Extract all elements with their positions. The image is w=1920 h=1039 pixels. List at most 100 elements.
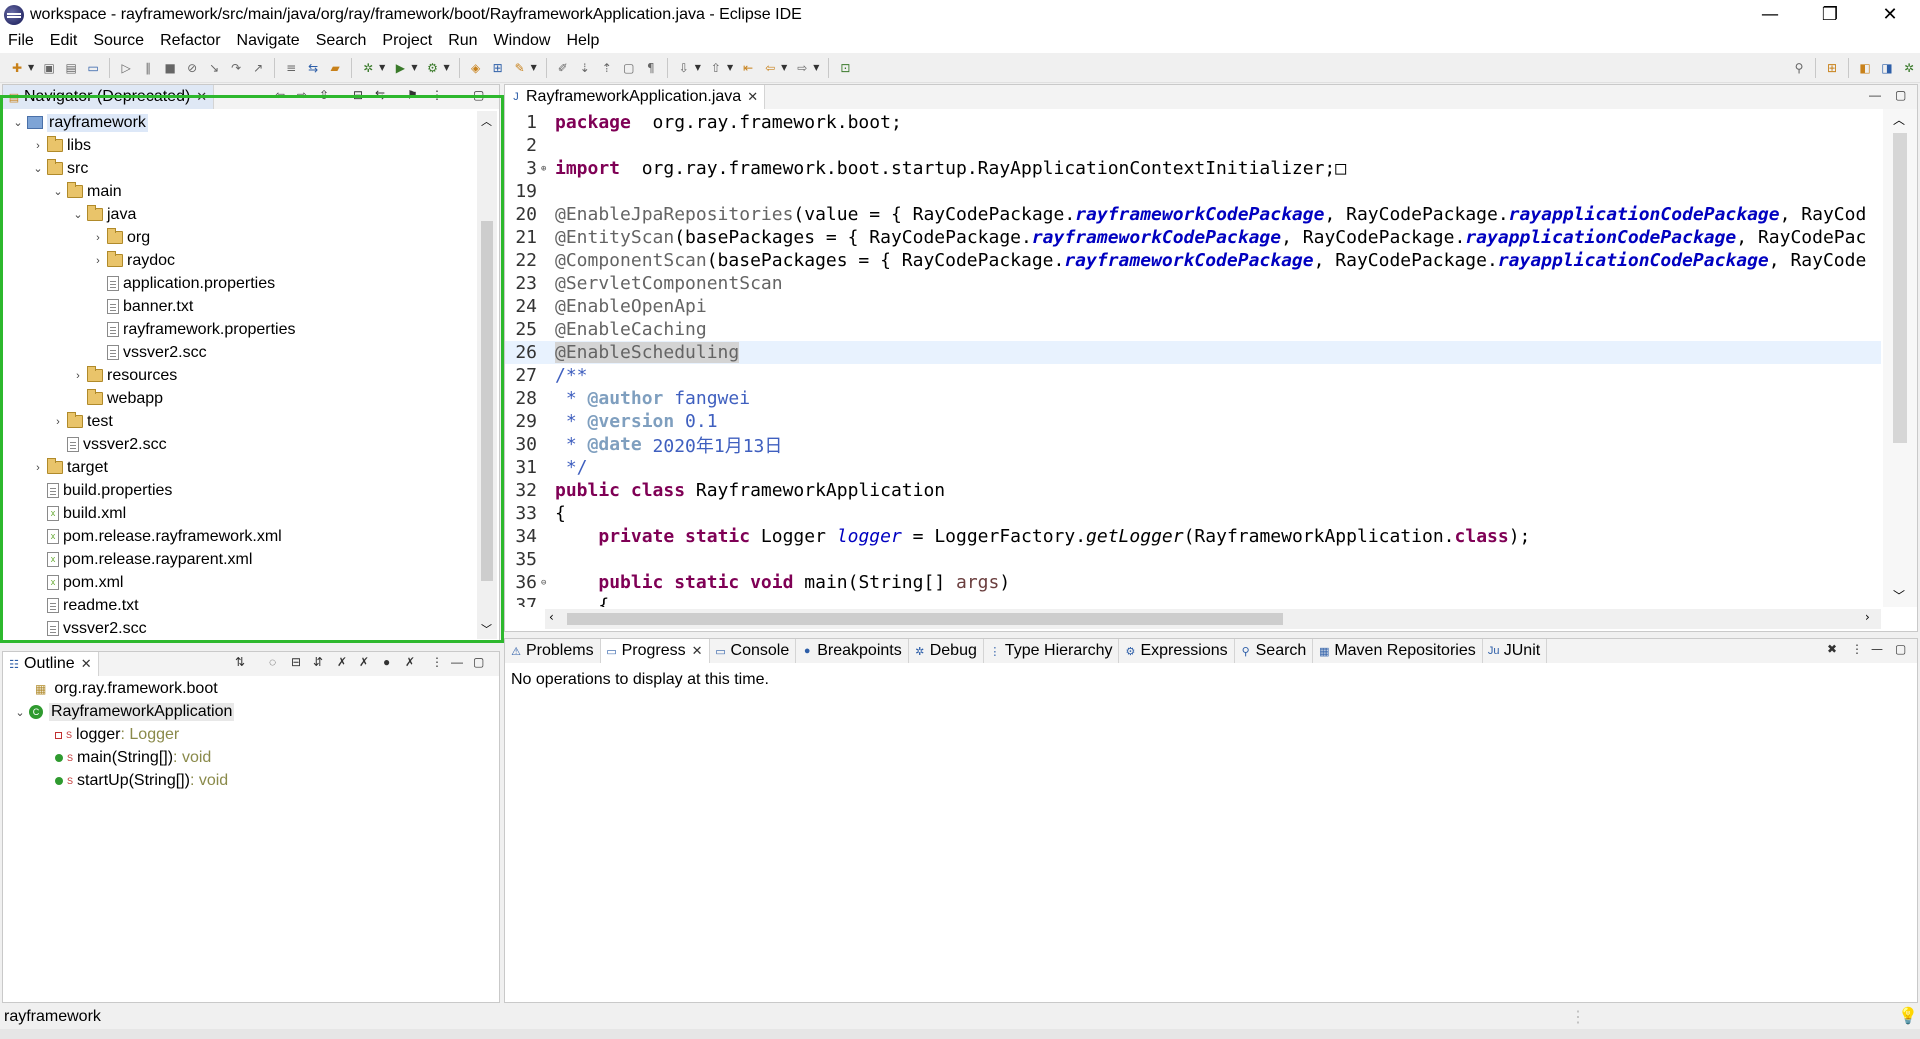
- open-perspective-icon[interactable]: ⊞: [1823, 59, 1841, 77]
- code-line[interactable]: 29 * @version 0.1: [505, 410, 1881, 433]
- tree-item[interactable]: ⌄ src: [31, 157, 88, 180]
- hide-local-types-icon[interactable]: ✗: [405, 655, 415, 669]
- code-line[interactable]: 27 /**: [505, 364, 1881, 387]
- code-line[interactable]: 19: [505, 180, 1881, 203]
- outline-maximize-icon[interactable]: ▢: [473, 655, 484, 669]
- editor-scroll-down-icon[interactable]: ﹀: [1893, 587, 1905, 604]
- code-area[interactable]: 1 package org.ray.framework.boot; 2 3 ⊕ impor…: [505, 109, 1881, 607]
- code-line[interactable]: 20 @EnableJpaRepositories (value = { RayCo…: [505, 203, 1881, 226]
- tab-search[interactable]: ⚲ Search: [1235, 639, 1314, 663]
- tree-item[interactable]: readme.txt: [31, 594, 139, 617]
- editor-hscroll-thumb[interactable]: [567, 613, 1283, 625]
- outline-minimize-icon[interactable]: —: [451, 655, 463, 669]
- tab-progress[interactable]: ▭ Progress ✕: [600, 639, 710, 663]
- java-ee-perspective-icon[interactable]: ◧: [1856, 59, 1874, 77]
- navigator-scrollbar[interactable]: ︿ ﹀: [477, 111, 497, 639]
- next-edit-icon[interactable]: ⇩: [675, 59, 693, 77]
- bottom-view-menu-icon[interactable]: ⋮: [1851, 642, 1863, 656]
- editor-scroll-right-icon[interactable]: ›: [1865, 610, 1870, 624]
- filter-icon[interactable]: ⚑: [407, 88, 418, 102]
- tree-item[interactable]: banner.txt: [91, 295, 193, 318]
- code-line[interactable]: 21 @EntityScan (basePackages = { RayCodePa…: [505, 226, 1881, 249]
- tree-item[interactable]: x pom.release.rayparent.xml: [31, 548, 252, 571]
- public-members-icon[interactable]: ●: [383, 655, 390, 669]
- tab-breakpoints[interactable]: ● Breakpoints: [796, 639, 909, 663]
- scroll-up-icon[interactable]: ︿: [481, 113, 492, 129]
- sort-alpha-icon[interactable]: ⇵: [313, 655, 323, 669]
- disconnect-icon[interactable]: ⊘: [183, 59, 201, 77]
- tree-item[interactable]: webapp: [71, 387, 163, 410]
- tree-item[interactable]: › raydoc: [91, 249, 175, 272]
- outline-view-menu-icon[interactable]: ⋮: [431, 655, 443, 669]
- hide-nonpublic-icon[interactable]: ✗: [359, 655, 369, 669]
- expand-closed-icon[interactable]: ›: [91, 255, 105, 267]
- step-return-icon[interactable]: ↗: [249, 59, 267, 77]
- outline-item[interactable]: Slogger : Logger: [55, 724, 179, 746]
- terminate-icon[interactable]: ■: [161, 59, 179, 77]
- hide-fields-icon[interactable]: ◌: [269, 655, 276, 669]
- java-perspective-icon[interactable]: ◨: [1878, 59, 1896, 77]
- navigator-scroll-thumb[interactable]: [481, 221, 493, 581]
- menu-source[interactable]: Source: [85, 32, 152, 50]
- outline-item[interactable]: ▦ org.ray.framework.boot: [35, 678, 218, 700]
- editor-vscroll-thumb[interactable]: [1893, 133, 1907, 443]
- tree-item[interactable]: build.properties: [31, 479, 172, 502]
- tree-item[interactable]: ⌄ rayframework: [11, 111, 148, 134]
- code-line[interactable]: 23 @ServletComponentScan: [505, 272, 1881, 295]
- editor-horizontal-scrollbar[interactable]: ‹ ›: [545, 609, 1881, 629]
- expand-closed-icon[interactable]: ›: [51, 416, 65, 428]
- code-line[interactable]: 37 {: [505, 594, 1881, 607]
- pin-editor-icon[interactable]: ⊡: [836, 59, 854, 77]
- fold-expand-icon[interactable]: ⊕: [541, 164, 555, 174]
- toggle-mark-icon[interactable]: ≡: [282, 59, 300, 77]
- search-icon[interactable]: ⚲: [1790, 59, 1808, 77]
- resume-icon[interactable]: ▷: [117, 59, 135, 77]
- tree-item[interactable]: › libs: [31, 134, 91, 157]
- scroll-down-icon[interactable]: ﹀: [481, 621, 492, 637]
- close-outline-icon[interactable]: ✕: [81, 656, 92, 672]
- build-icon[interactable]: ▰: [326, 59, 344, 77]
- close-progress-icon[interactable]: ✕: [692, 643, 703, 659]
- tab-maven-repositories[interactable]: ▦ Maven Repositories: [1313, 639, 1483, 663]
- code-line[interactable]: 3 ⊕ import org.ray.framework.boot.startup.…: [505, 157, 1881, 180]
- code-line[interactable]: 2: [505, 134, 1881, 157]
- menu-search[interactable]: Search: [308, 32, 375, 50]
- tab-outline[interactable]: ☷ Outline ✕: [3, 652, 99, 676]
- tree-item[interactable]: › org: [91, 226, 150, 249]
- tree-item[interactable]: vssver2.scc: [91, 341, 207, 364]
- next-annotation-icon[interactable]: ⇣: [576, 59, 594, 77]
- tab-debug[interactable]: ✲ Debug: [909, 639, 984, 663]
- tab-rayframework-application[interactable]: J RayframeworkApplication.java ✕: [505, 85, 766, 109]
- tab-type-hierarchy[interactable]: ⋮ Type Hierarchy: [984, 639, 1120, 663]
- code-line[interactable]: 26 @EnableScheduling: [505, 341, 1881, 364]
- suspend-icon[interactable]: ∥: [139, 59, 157, 77]
- tab-navigator[interactable]: ▤ Navigator (Deprecated) ✕: [3, 85, 215, 109]
- prev-edit-icon[interactable]: ⇧: [707, 59, 725, 77]
- tree-item[interactable]: ⌄ main: [51, 180, 122, 203]
- menu-file[interactable]: File: [0, 32, 42, 50]
- close-navigator-icon[interactable]: ✕: [196, 89, 207, 105]
- back-icon[interactable]: ⇦: [761, 59, 779, 77]
- code-line[interactable]: 35: [505, 548, 1881, 571]
- tab-expressions[interactable]: ⚙ Expressions: [1119, 639, 1235, 663]
- code-line[interactable]: 34 private static Logger logger = Logger…: [505, 525, 1881, 548]
- run-icon[interactable]: ▶: [391, 59, 409, 77]
- debug-icon[interactable]: ✲: [359, 59, 377, 77]
- new-package-icon[interactable]: ⊞: [489, 59, 507, 77]
- tree-item[interactable]: x pom.release.rayframework.xml: [31, 525, 282, 548]
- remove-all-finished-icon[interactable]: ✖: [1827, 642, 1837, 656]
- tab-problems[interactable]: ⚠ Problems: [505, 639, 601, 663]
- link-editor-icon[interactable]: ⇆: [304, 59, 322, 77]
- open-type-icon[interactable]: ◈: [467, 59, 485, 77]
- editor-scroll-up-icon[interactable]: ︿: [1893, 111, 1905, 128]
- show-whitespace-icon[interactable]: ¶: [642, 59, 660, 77]
- outline-item[interactable]: SstartUp(String[]) : void: [55, 770, 228, 792]
- code-line[interactable]: 30 * @date 2020年1月13日: [505, 433, 1881, 457]
- collapse-all-icon[interactable]: ⊟: [353, 88, 363, 102]
- tree-item[interactable]: rayframework.properties: [91, 318, 296, 341]
- tip-icon[interactable]: 💡: [1898, 1006, 1918, 1026]
- tree-item[interactable]: x build.xml: [31, 502, 126, 525]
- code-line[interactable]: 24 @EnableOpenApi: [505, 295, 1881, 318]
- link-with-editor-icon[interactable]: ⇆: [375, 88, 385, 102]
- code-line[interactable]: 1 package org.ray.framework.boot;: [505, 111, 1881, 134]
